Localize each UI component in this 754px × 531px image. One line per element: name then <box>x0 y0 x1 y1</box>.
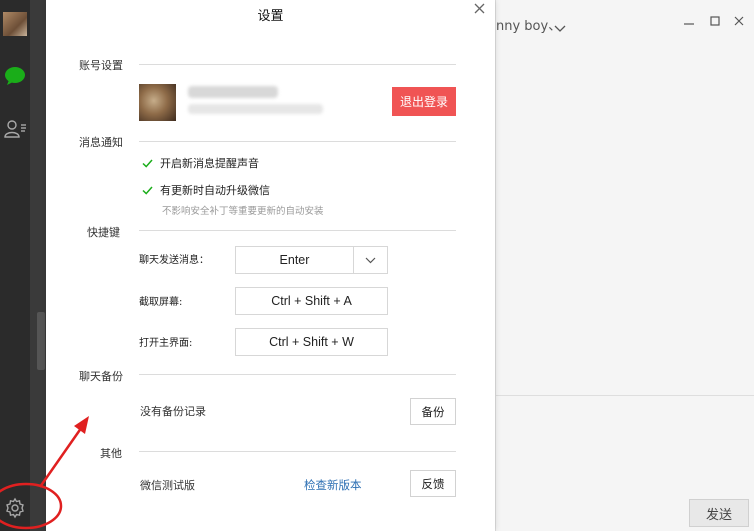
section-label-account: 账号设置 <box>79 59 123 72</box>
contacts-icon[interactable] <box>3 118 27 140</box>
section-label-other: 其他 <box>100 447 122 460</box>
divider <box>139 374 456 375</box>
sidebar <box>0 0 30 531</box>
chat-icon[interactable] <box>4 66 26 86</box>
close-icon[interactable] <box>471 0 487 16</box>
version-label: 微信测试版 <box>140 479 195 492</box>
screenshot-shortcut-field[interactable]: Ctrl + Shift + A <box>235 287 388 315</box>
account-id-blurred <box>188 104 323 114</box>
check-icon[interactable] <box>142 185 153 196</box>
open-main-shortcut-field[interactable]: Ctrl + Shift + W <box>235 328 388 356</box>
chat-window: nny boy、 发送 <box>495 0 754 531</box>
send-shortcut-select[interactable]: Enter <box>235 246 388 274</box>
divider <box>139 451 456 452</box>
backup-button[interactable]: 备份 <box>410 398 456 425</box>
close-window-button[interactable] <box>732 14 746 28</box>
divider <box>139 64 456 65</box>
section-label-backup: 聊天备份 <box>79 370 123 383</box>
maximize-button[interactable] <box>708 14 722 28</box>
backup-status: 没有备份记录 <box>140 405 206 418</box>
chevron-down-icon[interactable] <box>354 257 387 264</box>
divider <box>139 141 456 142</box>
screenshot-shortcut-label: 截取屏幕: <box>139 297 183 308</box>
user-avatar[interactable] <box>3 12 27 36</box>
auto-update-hint: 不影响安全补丁等重要更新的自动安装 <box>162 206 324 217</box>
open-main-shortcut-label: 打开主界面: <box>139 338 193 349</box>
settings-dialog: 设置 账号设置 ████ 退出登录 消息通知 开启新消息提醒声音 有更新时自动升… <box>46 0 495 531</box>
chat-title: nny boy、 <box>496 19 562 34</box>
divider <box>139 230 456 231</box>
chevron-down-icon[interactable] <box>554 18 566 32</box>
send-shortcut-value: Enter <box>279 253 310 267</box>
section-label-notifications: 消息通知 <box>79 136 123 149</box>
feedback-button[interactable]: 反馈 <box>410 470 456 497</box>
divider <box>496 395 754 396</box>
check-icon[interactable] <box>142 158 153 169</box>
option-auto-update[interactable]: 有更新时自动升级微信 <box>142 182 270 198</box>
option-auto-update-label: 有更新时自动升级微信 <box>160 184 270 197</box>
check-update-link[interactable]: 检查新版本 <box>304 477 362 493</box>
minimize-button[interactable] <box>682 14 696 28</box>
logout-button[interactable]: 退出登录 <box>392 87 456 116</box>
option-sound-label: 开启新消息提醒声音 <box>160 157 259 170</box>
session-list-strip <box>30 0 46 531</box>
account-name: ████ <box>188 86 278 98</box>
option-sound[interactable]: 开启新消息提醒声音 <box>142 155 259 171</box>
settings-gear-icon[interactable] <box>4 497 26 519</box>
send-shortcut-label: 聊天发送消息： <box>139 255 209 266</box>
send-button[interactable]: 发送 <box>689 499 749 527</box>
account-avatar <box>139 84 176 121</box>
section-label-shortcuts: 快捷键 <box>87 226 120 239</box>
dialog-title: 设置 <box>257 9 284 24</box>
scrollbar[interactable] <box>37 312 45 370</box>
